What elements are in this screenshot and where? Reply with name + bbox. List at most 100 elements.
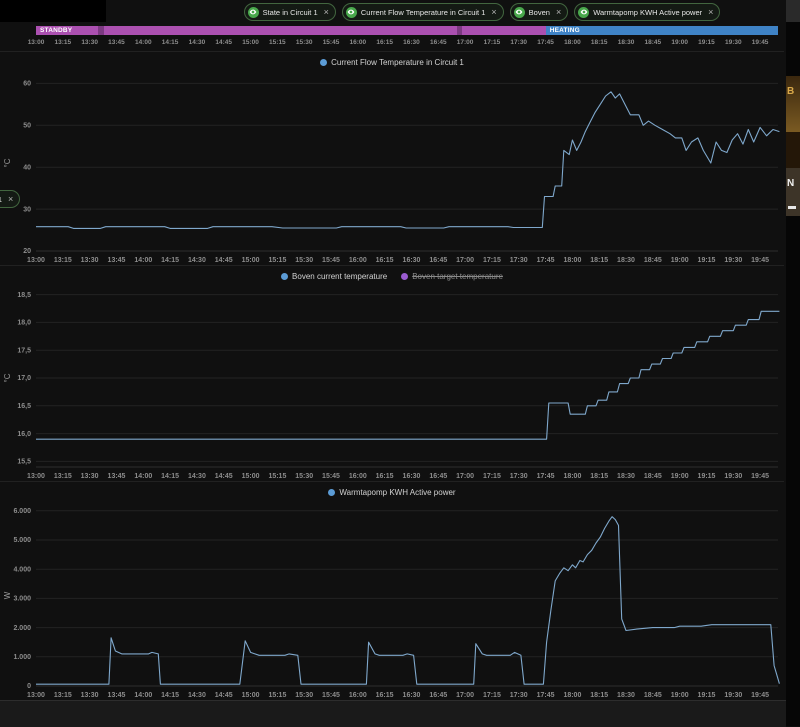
svg-text:°C: °C (3, 158, 12, 167)
filter-chip[interactable]: Current Flow Temperature in Circuit 1 × (341, 3, 504, 21)
timeline-segment[interactable]: HEATING (545, 26, 778, 35)
svg-text:17:30: 17:30 (510, 257, 528, 264)
time-tick-label: 14:00 (134, 39, 152, 46)
svg-text:16:00: 16:00 (349, 692, 367, 699)
svg-text:14:30: 14:30 (188, 473, 206, 480)
time-tick-label: 14:30 (188, 39, 206, 46)
svg-text:19:30: 19:30 (724, 473, 742, 480)
visibility-icon (513, 6, 525, 18)
svg-text:18:45: 18:45 (644, 692, 662, 699)
chip-close-icon[interactable]: × (708, 7, 713, 17)
time-tick-label: 15:30 (295, 39, 313, 46)
legend-label: Boven current temperature (292, 272, 388, 281)
svg-text:17,5: 17,5 (17, 347, 31, 354)
svg-text:5.000: 5.000 (13, 537, 31, 544)
svg-text:16:45: 16:45 (429, 257, 447, 264)
svg-text:14:45: 14:45 (215, 473, 233, 480)
svg-text:17:15: 17:15 (483, 473, 501, 480)
svg-text:13:15: 13:15 (54, 473, 72, 480)
svg-text:18:00: 18:00 (563, 473, 581, 480)
svg-text:19:45: 19:45 (751, 692, 769, 699)
svg-text:17:30: 17:30 (510, 692, 528, 699)
chart-plot-area[interactable]: 18,5 18,0 17,5 17,0 16,5 16,0 15,5 13:00 13:15 13… (0, 284, 784, 482)
svg-text:17:15: 17:15 (483, 257, 501, 264)
floating-chip-label: State in Circuit 1 (0, 195, 2, 204)
chart-panel-flow-temperature: Current Flow Temperature in Circuit 1 60… (0, 51, 784, 266)
chart-panel-boven-temperature: Boven current temperature Boven target te… (0, 265, 784, 482)
legend-label: Boven target temperature (412, 272, 503, 281)
legend-dot (320, 59, 328, 66)
filter-chips-row: State in Circuit 1 × Current Flow Temperat… (0, 2, 784, 22)
svg-text:15:15: 15:15 (268, 473, 286, 480)
legend-item[interactable]: Current Flow Temperature in Circuit 1 (320, 58, 464, 67)
chart-plot-area[interactable]: 60 50 40 30 20 13:00 13:15 13:30 13:45 14:00 14:15… (0, 70, 784, 266)
time-tick-label: 13:30 (81, 39, 98, 46)
svg-text:17:30: 17:30 (510, 473, 528, 480)
svg-text:19:45: 19:45 (751, 473, 769, 480)
timeline-segment[interactable]: STANDBY (36, 26, 99, 35)
svg-text:19:15: 19:15 (698, 692, 716, 699)
chart-legend: Boven current temperature Boven target te… (0, 266, 784, 284)
svg-text:17:45: 17:45 (537, 692, 555, 699)
svg-text:14:45: 14:45 (215, 257, 233, 264)
svg-text:14:00: 14:00 (134, 473, 152, 480)
time-tick-label: 19:45 (751, 39, 769, 46)
svg-text:16,5: 16,5 (17, 403, 31, 410)
svg-text:15:45: 15:45 (322, 257, 340, 264)
chart-plot-area[interactable]: 6.000 5.000 4.000 3.000 2.000 1.000 0 13:00 13:1… (0, 500, 784, 701)
svg-text:13:30: 13:30 (81, 692, 99, 699)
filter-chip[interactable]: State in Circuit 1 × (243, 3, 336, 21)
time-tick-label: 15:00 (242, 39, 259, 46)
svg-text:°C: °C (3, 373, 12, 382)
time-tick-label: 19:30 (724, 39, 742, 46)
svg-text:16:45: 16:45 (429, 473, 447, 480)
timeline-segment[interactable] (103, 26, 457, 35)
legend-item[interactable]: Boven current temperature (281, 272, 387, 281)
legend-item[interactable]: Boven target temperature (401, 272, 503, 281)
svg-text:13:00: 13:00 (27, 692, 45, 699)
time-tick-label: 18:30 (617, 39, 635, 46)
svg-text:19:30: 19:30 (724, 692, 742, 699)
svg-text:18:45: 18:45 (644, 473, 662, 480)
chip-close-icon[interactable]: × (491, 7, 496, 17)
svg-text:15:45: 15:45 (322, 692, 340, 699)
svg-text:16,0: 16,0 (17, 431, 31, 438)
svg-text:19:45: 19:45 (751, 257, 769, 264)
background-image-fragment (786, 132, 800, 168)
time-tick-label: 18:15 (590, 39, 608, 46)
chip-close-icon[interactable]: × (324, 7, 329, 17)
chart-legend: Warmtapomp KWH Active power (0, 482, 784, 500)
time-tick-label: 16:00 (349, 39, 367, 46)
chip-close-icon[interactable]: × (8, 194, 13, 204)
svg-text:16:45: 16:45 (429, 692, 447, 699)
svg-text:13:45: 13:45 (108, 692, 126, 699)
timeline-state-label: STANDBY (40, 27, 73, 34)
filter-chip-label: Warmtapomp KWH Active power (593, 7, 703, 17)
filter-chip[interactable]: Warmtapomp KWH Active power × (574, 3, 721, 21)
time-tick-label: 19:15 (698, 39, 715, 46)
legend-dot (281, 273, 289, 280)
time-tick-label: 13:15 (54, 39, 72, 46)
svg-text:19:15: 19:15 (698, 257, 716, 264)
svg-text:18:30: 18:30 (617, 692, 635, 699)
svg-text:30: 30 (23, 206, 31, 213)
timeline-state-label: HEATING (549, 27, 580, 34)
visibility-icon (345, 6, 357, 18)
filter-chip[interactable]: Boven × (509, 3, 569, 21)
svg-text:16:15: 16:15 (376, 473, 394, 480)
legend-item[interactable]: Warmtapomp KWH Active power (328, 488, 456, 497)
svg-text:17:00: 17:00 (456, 257, 474, 264)
timeline-segment[interactable] (461, 26, 546, 35)
time-tick-label: 18:00 (564, 39, 581, 46)
svg-text:13:45: 13:45 (108, 257, 126, 264)
background-image-fragment (788, 206, 796, 209)
svg-text:40: 40 (23, 164, 31, 171)
legend-label: Warmtapomp KWH Active power (339, 488, 456, 497)
svg-text:14:30: 14:30 (188, 692, 206, 699)
svg-text:6.000: 6.000 (13, 508, 31, 515)
svg-text:15:15: 15:15 (268, 692, 286, 699)
bottom-bar (0, 700, 786, 727)
chip-close-icon[interactable]: × (556, 7, 561, 17)
svg-text:20: 20 (23, 248, 31, 255)
floating-filter-chip[interactable]: State in Circuit 1 × (0, 190, 21, 208)
